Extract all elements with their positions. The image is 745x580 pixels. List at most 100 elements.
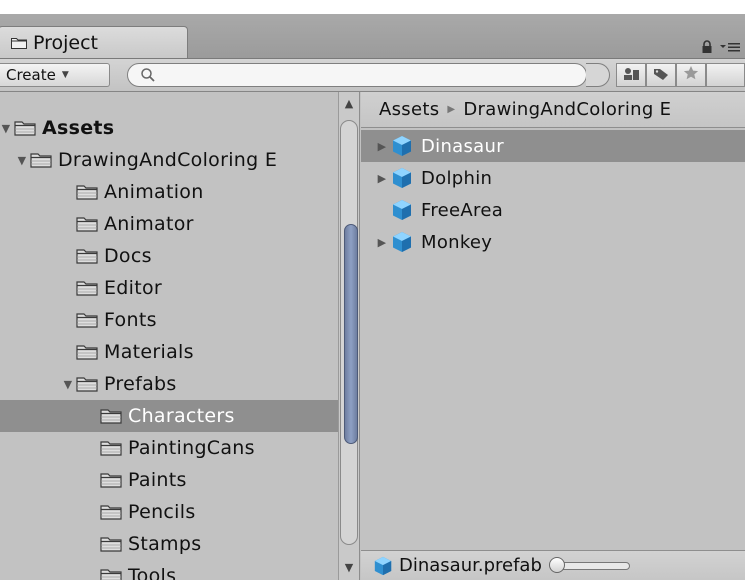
folder-icon: [11, 37, 27, 49]
tab-project[interactable]: Project: [0, 26, 188, 58]
tree-item-materials[interactable]: Materials: [0, 336, 338, 368]
folder-icon: [76, 376, 98, 392]
expanded-arrow-icon[interactable]: ▼: [16, 154, 28, 167]
create-dropdown-button[interactable]: Create ▼: [0, 63, 110, 87]
folder-icon: [76, 184, 98, 200]
tree-item-label: Tools: [128, 565, 177, 580]
folder-icon: [100, 504, 122, 520]
tree-item-label: Docs: [104, 245, 152, 267]
tab-label: Project: [33, 31, 99, 54]
prefab-cube-icon: [391, 135, 413, 157]
folder-icon: [14, 120, 36, 136]
lock-icon[interactable]: [701, 40, 713, 54]
expand-arrow-icon[interactable]: ▶: [375, 140, 389, 153]
assets-panel: Assets ▶ DrawingAndColoring E ▶ Dinasaur ▶…: [361, 92, 745, 580]
prefab-cube-icon: [391, 167, 413, 189]
tree-item-paints[interactable]: Paints: [0, 464, 338, 496]
tree-item-paintingcans[interactable]: PaintingCans: [0, 432, 338, 464]
selected-file-name: Dinasaur.prefab: [399, 555, 542, 576]
tree-item-label: Animator: [104, 213, 194, 235]
tree-item-label: Fonts: [104, 309, 157, 331]
asset-item-label: FreeArea: [421, 199, 504, 221]
breadcrumb: Assets ▶ DrawingAndColoring E: [361, 92, 745, 128]
tree-item-pencils[interactable]: Pencils: [0, 496, 338, 528]
scroll-up-icon[interactable]: ▲: [339, 94, 359, 114]
tree-item-editor[interactable]: Editor: [0, 272, 338, 304]
tree-item-label: Materials: [104, 341, 194, 363]
tree-item-label: Stamps: [128, 533, 202, 555]
tree-item-animator[interactable]: Animator: [0, 208, 338, 240]
icon-size-slider[interactable]: [548, 556, 630, 573]
folder-icon: [76, 248, 98, 264]
panel-menu-icon[interactable]: [719, 41, 741, 53]
tree-item-fonts[interactable]: Fonts: [0, 304, 338, 336]
tree-item-label: Pencils: [128, 501, 196, 523]
scroll-down-icon[interactable]: ▼: [339, 558, 359, 578]
search-input[interactable]: [127, 63, 587, 87]
tree-item-label: Prefabs: [104, 373, 177, 395]
tree-item-label: Animation: [104, 181, 204, 203]
tree-item-prefabs[interactable]: ▼ Prefabs: [0, 368, 338, 400]
tree-item-drawingandcoloring-e[interactable]: ▼ DrawingAndColoring E: [0, 144, 338, 176]
tree-item-label: Paints: [128, 469, 187, 491]
breadcrumb-current[interactable]: DrawingAndColoring E: [463, 99, 671, 120]
star-icon: [683, 65, 699, 85]
search-by-label-button[interactable]: [646, 63, 676, 87]
asset-item-monkey[interactable]: ▶ Monkey: [361, 226, 745, 258]
folder-icon: [100, 568, 122, 580]
folder-icon: [100, 440, 122, 456]
label-tag-icon: [653, 66, 669, 85]
tree-item-tools[interactable]: Tools: [0, 560, 338, 580]
tree-item-assets[interactable]: ▼ Assets: [0, 112, 338, 144]
search-cancel-button[interactable]: [586, 63, 610, 87]
folder-icon: [76, 280, 98, 296]
expanded-arrow-icon[interactable]: ▼: [0, 122, 12, 135]
tree-item-characters[interactable]: Characters: [0, 400, 338, 432]
tree-item-stamps[interactable]: Stamps: [0, 528, 338, 560]
search-icon: [140, 67, 156, 87]
toolbar-overflow-button[interactable]: [706, 63, 745, 87]
folder-icon: [30, 152, 52, 168]
expanded-arrow-icon[interactable]: ▼: [62, 378, 74, 391]
status-bar: Dinasaur.prefab: [361, 550, 745, 580]
asset-item-freearea[interactable]: FreeArea: [361, 194, 745, 226]
scroll-track[interactable]: [340, 120, 358, 545]
folder-tree: ▼ Assets ▼ DrawingAndColoring E Animation Ani…: [0, 92, 338, 580]
breadcrumb-separator-icon: ▶: [447, 104, 456, 115]
top-margin: [0, 0, 745, 14]
tab-bar: Project: [0, 14, 745, 59]
asset-item-dinasaur[interactable]: ▶ Dinasaur: [361, 130, 745, 162]
tree-item-docs[interactable]: Docs: [0, 240, 338, 272]
folder-icon: [100, 408, 122, 424]
folder-icon: [76, 216, 98, 232]
tree-item-label: Characters: [128, 405, 235, 427]
asset-item-label: Dinasaur: [421, 135, 504, 157]
folder-icon: [76, 312, 98, 328]
scroll-thumb[interactable]: [344, 224, 358, 444]
type-filter-icon: [622, 66, 640, 85]
folder-icon: [100, 472, 122, 488]
prefab-cube-icon: [391, 231, 413, 253]
project-toolbar: Create ▼: [0, 59, 745, 92]
folder-icon: [100, 536, 122, 552]
tree-scrollbar[interactable]: ▲ ▼: [338, 92, 360, 580]
asset-item-dolphin[interactable]: ▶ Dolphin: [361, 162, 745, 194]
tree-item-label: PaintingCans: [128, 437, 255, 459]
tree-item-label: Editor: [104, 277, 163, 299]
tree-item-animation[interactable]: Animation: [0, 176, 338, 208]
tree-item-label: DrawingAndColoring E: [58, 149, 278, 171]
asset-item-label: Monkey: [421, 231, 493, 253]
create-label: Create: [6, 66, 56, 84]
asset-item-label: Dolphin: [421, 167, 493, 189]
favorites-button[interactable]: [676, 63, 706, 87]
expand-arrow-icon[interactable]: ▶: [375, 172, 389, 185]
caret-down-icon: ▼: [61, 70, 69, 80]
breadcrumb-root[interactable]: Assets: [379, 99, 439, 120]
slider-knob[interactable]: [548, 556, 565, 573]
search-by-type-button[interactable]: [616, 63, 646, 87]
prefab-cube-icon: [373, 556, 393, 576]
folder-icon: [76, 344, 98, 360]
expand-arrow-icon[interactable]: ▶: [375, 236, 389, 249]
prefab-cube-icon: [391, 199, 413, 221]
tree-item-label: Assets: [42, 117, 115, 139]
